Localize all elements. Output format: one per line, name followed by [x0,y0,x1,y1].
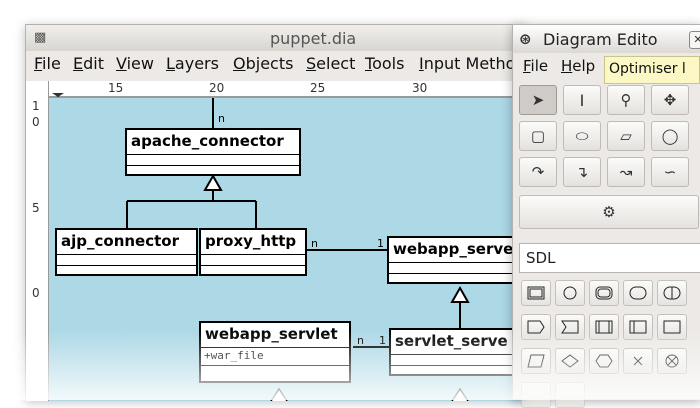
sdl-input-icon[interactable] [521,314,551,340]
tooltip-text: Optimiser l [609,61,686,77]
menu-edit[interactable]: Edit [73,54,104,73]
sdl-start-icon[interactable] [623,280,653,306]
ruler-marker-icon [52,93,64,97]
sdl-macro-icon[interactable] [521,348,551,374]
window-title: puppet.dia [270,29,357,48]
class-ajp-connector[interactable]: ajp_connector [55,228,198,276]
sdl-extra-icon[interactable] [521,382,551,408]
class-webapp-server[interactable]: webapp_serve [387,236,526,284]
sdl-save-icon[interactable] [623,314,653,340]
vertical-ruler[interactable]: 1 0 5 0 [26,81,49,401]
class-name: webapp_servlet [205,325,338,343]
ruler-tick-label: 5 [32,201,40,215]
inheritance-arrow [270,387,288,401]
class-apache-connector[interactable]: apache_connector [125,128,301,176]
ruler-tick-label: 30 [412,81,428,95]
multiplicity-label: n [311,237,318,250]
sdl-stop-icon[interactable] [623,348,653,374]
ruler-tick-label: 25 [310,81,326,95]
menu-tools[interactable]: Tools [365,54,404,73]
class-name: apache_connector [131,132,284,150]
arc-tool[interactable]: ↷ [519,157,557,187]
class-name: servlet_serve [395,332,508,350]
menu-layers[interactable]: Layers [166,54,219,73]
class-servlet-server[interactable]: servlet_serve [389,328,526,376]
menu-objects[interactable]: Objects [233,54,293,73]
app-menu-icon[interactable]: ▩ [34,30,46,45]
sdl-output-icon[interactable] [555,314,585,340]
dia-logo-icon: ⊛ [519,30,532,48]
multiplicity-label: 1 [377,237,384,250]
sdl-text-icon[interactable] [657,314,687,340]
main-titlebar[interactable]: ▩ puppet.dia [26,25,524,51]
class-name: proxy_http [205,232,297,250]
diagram-canvas[interactable]: apache_connector ajp_connector proxy_htt… [49,98,526,401]
class-webapp-servlet[interactable]: webapp_servlet +war_file [199,321,351,383]
editor-titlebar[interactable]: ⊛ Diagram Edito [513,25,700,53]
move-tool[interactable]: ✥ [651,85,689,115]
ruler-tick-label: 15 [108,81,124,95]
multiplicity-label: 1 [379,334,386,347]
class-proxy-http[interactable]: proxy_http [199,228,307,276]
bezier-line-tool[interactable]: ∽ [651,157,689,187]
menu-input-methods[interactable]: Input Metho [419,54,515,73]
sdl-state-icon[interactable] [555,280,585,306]
menu-view[interactable]: View [116,54,154,73]
image-tool[interactable]: ⚙ [519,195,699,229]
sheet-selector[interactable]: SDL [519,243,700,273]
sdl-decision-icon[interactable] [555,348,585,374]
multiplicity-label: n [218,112,225,125]
ruler-ticks-v [26,81,48,401]
text-tool[interactable]: I [563,85,601,115]
main-window: ▩ puppet.dia File Edit View Layers Objec… [25,24,526,401]
zigzag-line-tool[interactable]: ↴ [563,157,601,187]
beziergon-tool[interactable]: ◯ [651,121,689,151]
inheritance-arrow [451,387,469,401]
class-attribute: +war_file [201,347,349,363]
ruler-tick-label: 1 [32,99,40,113]
menu-select[interactable]: Select [306,54,355,73]
close-icon[interactable]: ✕ [689,31,700,49]
class-name: webapp_serve [393,240,514,258]
menu-file[interactable]: File [34,54,61,73]
multiplicity-label: n [357,334,364,347]
tooltip: Optimiser l [604,56,700,84]
sdl-block-icon[interactable] [521,280,551,306]
inheritance-arrow [203,173,223,191]
editor-menu-help[interactable]: Help [561,57,595,75]
horizontal-ruler[interactable]: 15 20 25 30 [48,81,526,98]
ruler-tick-label: 20 [209,81,225,95]
inheritance-arrow [450,285,470,303]
sdl-service-icon[interactable] [657,280,687,306]
sdl-procedure-icon[interactable] [589,280,619,306]
ruler-tick-label: 0 [32,115,40,129]
sdl-connector-icon[interactable] [589,348,619,374]
polygon-tool[interactable]: ▱ [607,121,645,151]
zoom-tool[interactable]: ⚲ [607,85,645,115]
pointer-tool[interactable]: ➤ [519,85,557,115]
sdl-return-icon[interactable] [657,348,687,374]
polyline-tool[interactable]: ↝ [607,157,645,187]
editor-menu-file[interactable]: File [523,57,548,75]
sheet-selector-value: SDL [526,249,556,267]
editor-title: Diagram Edito [543,30,658,49]
ellipse-tool[interactable]: ⬭ [563,121,601,151]
class-name: ajp_connector [61,232,179,250]
sdl-task-icon[interactable] [589,314,619,340]
box-tool[interactable]: ▢ [519,121,557,151]
sdl-extra-icon[interactable] [555,382,585,408]
ruler-tick-label: 0 [32,286,40,300]
main-menubar: File Edit View Layers Objects Select Too… [26,51,524,77]
